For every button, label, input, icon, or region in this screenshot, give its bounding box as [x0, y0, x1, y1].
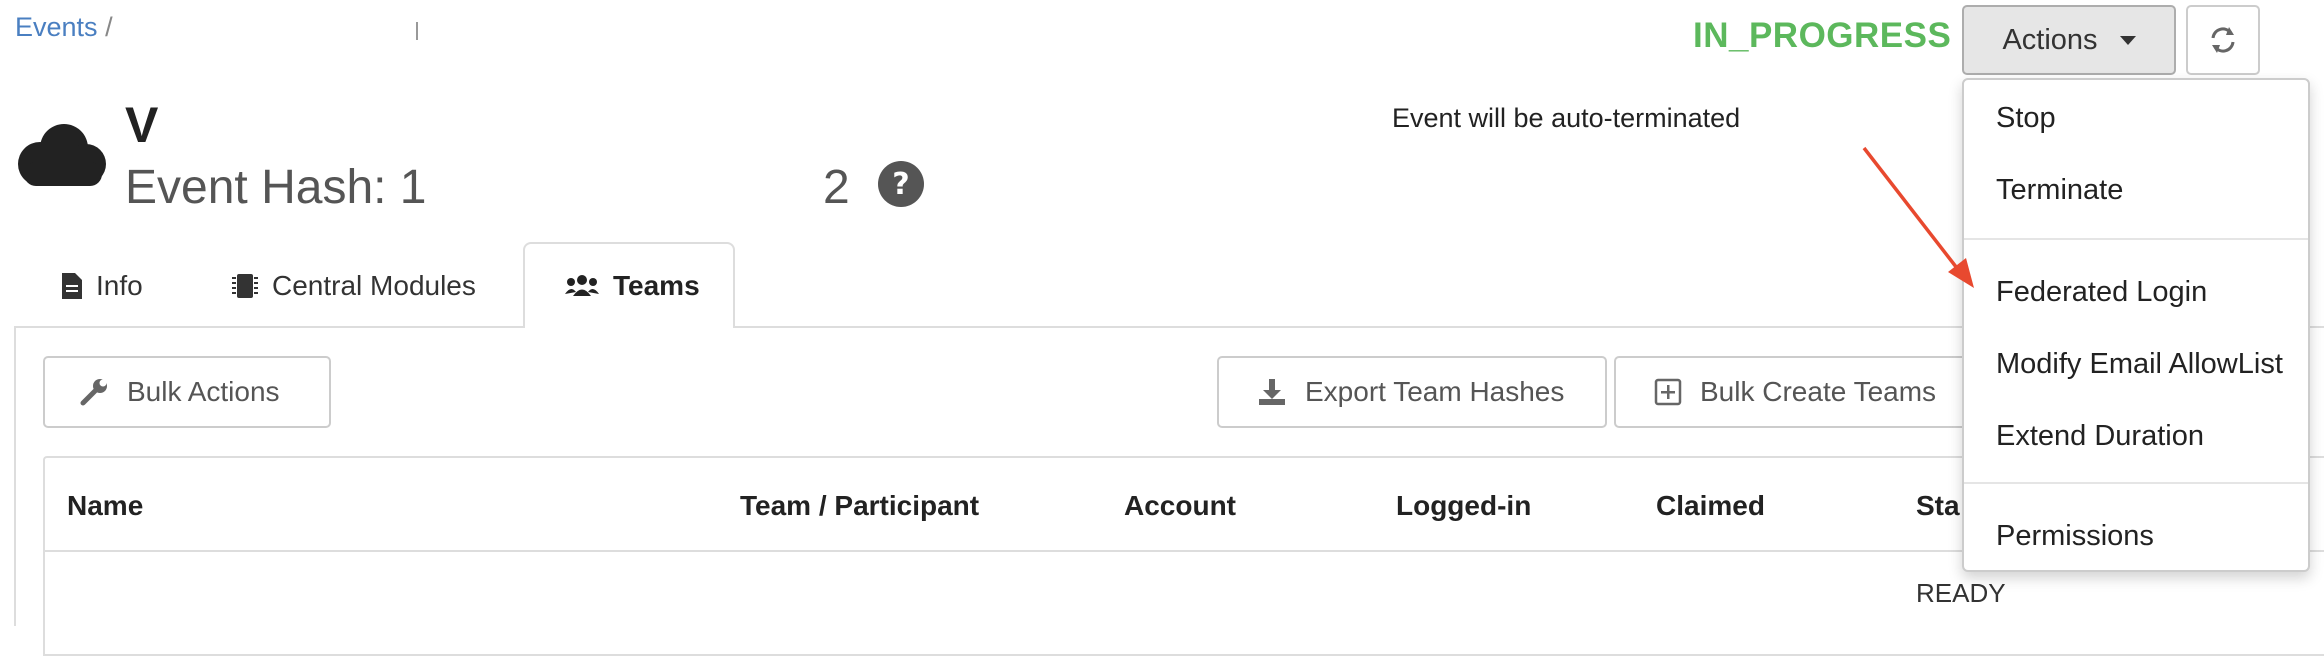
wrench-icon	[80, 379, 107, 406]
actions-dropdown-menu: Stop Terminate Federated Login Modify Em…	[1962, 78, 2310, 572]
users-icon	[565, 275, 599, 296]
refresh-icon	[2211, 27, 2235, 53]
export-team-hashes-button[interactable]: Export Team Hashes	[1217, 356, 1607, 428]
column-header-status[interactable]: Sta	[1916, 490, 1960, 522]
status-badge: IN_PROGRESS	[1693, 16, 1952, 55]
file-icon	[62, 273, 82, 299]
column-header-account[interactable]: Account	[1124, 490, 1236, 522]
actions-button-label: Actions	[2002, 23, 2098, 56]
table-row-status-cell: READY	[1916, 578, 2006, 608]
breadcrumb-separator: /	[105, 12, 113, 42]
export-team-hashes-label: Export Team Hashes	[1305, 376, 1565, 407]
column-header-claimed[interactable]: Claimed	[1656, 490, 1765, 522]
menu-item-permissions[interactable]: Permissions	[1996, 520, 2154, 553]
download-icon	[1259, 379, 1285, 405]
bulk-actions-label: Bulk Actions	[127, 376, 280, 407]
tab-teams-label: Teams	[613, 270, 700, 301]
actions-dropdown-button[interactable]: Actions	[1962, 5, 2176, 75]
breadcrumb: Events /	[15, 12, 113, 43]
cloud-icon	[14, 122, 108, 193]
column-header-name[interactable]: Name	[67, 490, 143, 522]
breadcrumb-events-link[interactable]: Events	[15, 12, 98, 42]
bulk-create-teams-button[interactable]: Bulk Create Teams	[1614, 356, 2014, 428]
tab-teams[interactable]: Teams	[523, 242, 735, 328]
menu-item-federated-login[interactable]: Federated Login	[1996, 276, 2207, 309]
event-hash: Event Hash: 1	[125, 161, 427, 214]
event-name: V	[125, 97, 159, 153]
breadcrumb-divider	[416, 22, 418, 40]
auto-terminate-notice: Event will be auto-terminated	[1392, 103, 1741, 133]
annotation-arrow-icon	[1850, 140, 1980, 295]
plus-square-icon	[1654, 378, 1682, 406]
menu-item-extend-duration[interactable]: Extend Duration	[1996, 420, 2204, 453]
column-header-logged-in[interactable]: Logged-in	[1396, 490, 1531, 522]
refresh-button[interactable]	[2186, 5, 2260, 75]
chip-icon	[232, 274, 258, 298]
bulk-create-teams-label: Bulk Create Teams	[1700, 376, 1937, 407]
menu-divider	[1964, 482, 2308, 484]
caret-down-icon	[2119, 35, 2136, 45]
help-icon[interactable]: ?	[877, 160, 925, 213]
menu-item-terminate[interactable]: Terminate	[1996, 174, 2123, 207]
svg-text:?: ?	[892, 167, 909, 202]
menu-item-stop[interactable]: Stop	[1996, 102, 2056, 135]
event-hash-suffix: 2	[823, 161, 850, 214]
menu-item-modify-email-allowlist[interactable]: Modify Email AllowList	[1996, 348, 2283, 381]
bulk-actions-button[interactable]: Bulk Actions	[43, 356, 331, 428]
column-header-team-participant[interactable]: Team / Participant	[740, 490, 979, 522]
tab-central-modules-label: Central Modules	[272, 270, 476, 301]
menu-divider	[1964, 238, 2308, 240]
tab-info-label: Info	[96, 270, 143, 301]
tab-central-modules[interactable]: Central Modules	[232, 245, 476, 327]
tab-info[interactable]: Info	[62, 245, 143, 327]
